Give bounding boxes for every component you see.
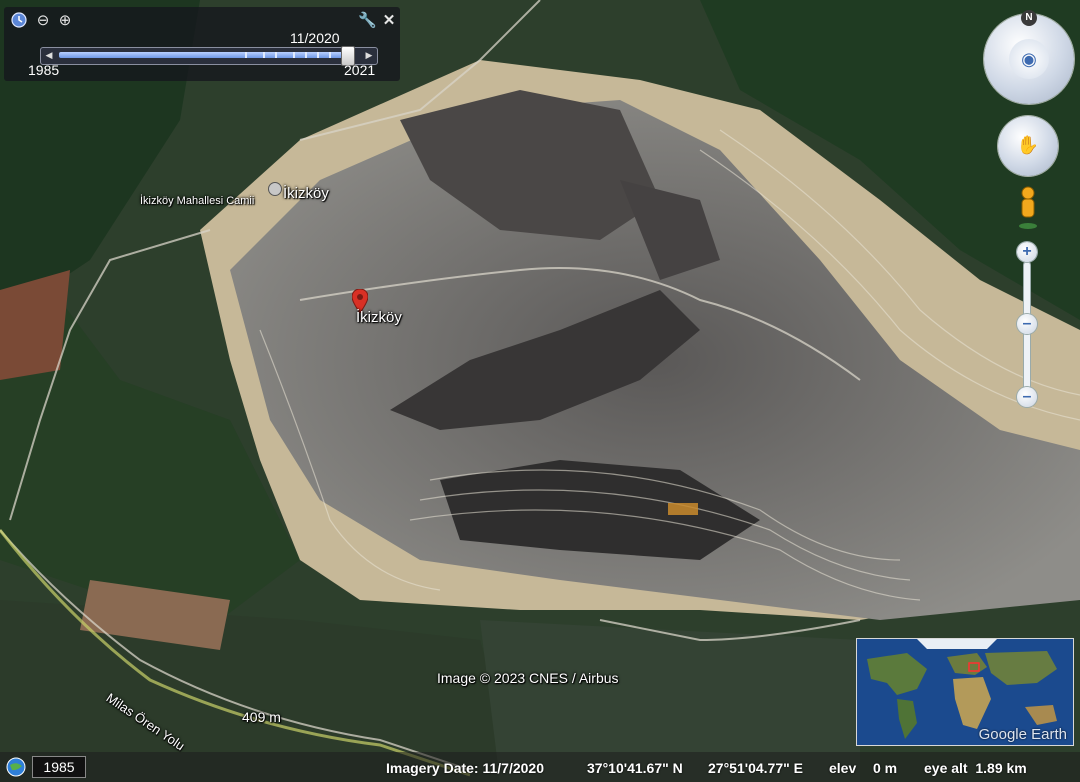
latitude-readout: 37°10'41.67" N — [587, 760, 683, 776]
historical-imagery-panel: ⊖ ⊕ 🔧 ✕ 11/2020 ◀ ▶ 1985 2021 — [4, 7, 400, 81]
zoom-out-time-icon[interactable]: ⊖ — [34, 12, 52, 30]
street-view-pegman-icon[interactable] — [1017, 186, 1039, 230]
globe-icon — [6, 757, 26, 777]
time-slider-tick — [263, 52, 265, 58]
end-year-label: 2021 — [344, 62, 376, 78]
wrench-icon[interactable]: 🔧 — [358, 12, 377, 30]
zoom-out-button[interactable]: – — [1017, 387, 1037, 407]
overview-minimap[interactable]: Google Earth — [856, 638, 1074, 746]
step-forward-icon[interactable]: ▶ — [363, 49, 375, 61]
time-slider-fill — [59, 52, 347, 58]
compass-north[interactable]: N — [1021, 10, 1037, 26]
historical-year-box[interactable]: 1985 — [32, 756, 86, 778]
mosque-label[interactable]: İkizköy Mahallesi Camii — [140, 195, 254, 207]
zoom-in-button[interactable]: + — [1017, 242, 1037, 262]
imagery-date: Imagery Date: 11/7/2020 — [386, 760, 544, 776]
close-icon[interactable]: ✕ — [380, 12, 398, 30]
look-center-icon: ◉ — [1009, 39, 1049, 79]
time-slider-tick — [293, 52, 295, 58]
longitude-readout: 27°51'04.77" E — [708, 760, 803, 776]
time-slider-tick — [317, 52, 319, 58]
zoom-in-time-icon[interactable]: ⊕ — [56, 12, 74, 30]
time-slider-tick — [245, 52, 247, 58]
current-date-label: 11/2020 — [290, 30, 340, 46]
eye-alt-readout: eye alt 1.89 km — [924, 760, 1027, 776]
hand-icon: ✋ — [1016, 135, 1040, 155]
elev-label: elev — [829, 760, 857, 776]
time-slider-tick — [305, 52, 307, 58]
time-slider-tick — [329, 52, 331, 58]
attribution-text: Image © 2023 CNES / Airbus — [437, 670, 619, 686]
time-slider-tick — [275, 52, 277, 58]
mosque-icon[interactable] — [268, 182, 282, 196]
pin-label[interactable]: İkizköy — [356, 309, 402, 326]
elev-value: 0 m — [873, 760, 898, 776]
google-earth-logo: Google Earth — [978, 726, 1067, 743]
look-control[interactable]: ◉ N — [984, 10, 1074, 104]
start-year-label: 1985 — [28, 62, 60, 78]
step-back-icon[interactable]: ◀ — [43, 49, 55, 61]
village-label[interactable]: İkizköy — [283, 185, 329, 202]
time-slider-track[interactable]: ◀ ▶ — [40, 46, 378, 66]
clock-icon[interactable] — [10, 12, 28, 30]
move-control[interactable]: ✋ — [998, 116, 1058, 176]
zoom-level-handle[interactable]: – — [1017, 314, 1037, 334]
scale-label: 409 m — [242, 709, 281, 725]
